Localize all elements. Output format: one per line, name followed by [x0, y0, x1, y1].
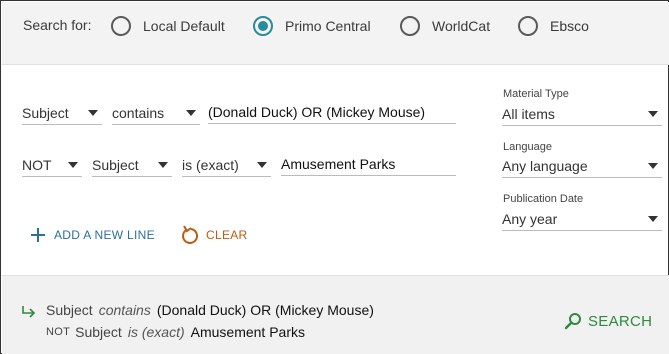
- summary-value: Amusement Parks: [190, 324, 305, 340]
- radio-worldcat[interactable]: WorldCat: [400, 14, 490, 38]
- row2-field-select[interactable]: Subject: [92, 153, 172, 177]
- material-type-select[interactable]: All items: [502, 102, 662, 126]
- caret-down-icon: [186, 109, 196, 116]
- summary-field: Subject: [75, 324, 122, 340]
- row1-search-input[interactable]: (Donald Duck) OR (Mickey Mouse): [208, 100, 456, 124]
- select-value: contains: [112, 104, 165, 121]
- material-type-label: Material Type: [503, 88, 569, 100]
- row2-precision-select[interactable]: is (exact): [182, 153, 271, 177]
- magnifier-icon: [564, 313, 581, 330]
- language-select[interactable]: Any language: [502, 154, 662, 178]
- row1-precision-select[interactable]: contains: [112, 101, 200, 125]
- add-new-line-label: ADD A NEW LINE: [54, 228, 155, 242]
- caret-down-icon: [68, 161, 78, 168]
- radio-icon: [111, 16, 131, 36]
- search-button[interactable]: SEARCH: [564, 312, 652, 330]
- select-value: Subject: [22, 104, 69, 121]
- radio-label: Local Default: [143, 18, 225, 34]
- search-scope-bar: Search for: Local Default Primo Central …: [2, 2, 669, 65]
- summary-precision: is (exact): [127, 324, 185, 340]
- caret-down-icon: [88, 109, 98, 116]
- radio-label: Ebsco: [550, 18, 589, 34]
- summary-line-1: Subject contains (Donald Duck) OR (Micke…: [46, 302, 374, 318]
- row2-search-input[interactable]: Amusement Parks: [281, 152, 456, 176]
- return-arrow-icon: [22, 306, 36, 318]
- caret-down-icon: [648, 110, 658, 117]
- select-value: Subject: [92, 156, 139, 173]
- search-for-label: Search for:: [23, 17, 92, 33]
- plus-icon: [31, 228, 45, 242]
- search-label: SEARCH: [588, 312, 653, 330]
- row2-operator-select[interactable]: NOT: [22, 153, 82, 177]
- radio-label: Primo Central: [285, 18, 371, 34]
- radio-icon: [400, 16, 420, 36]
- radio-local-default[interactable]: Local Default: [111, 14, 225, 38]
- row1-field-select[interactable]: Subject: [22, 101, 102, 125]
- radio-primo-central[interactable]: Primo Central: [253, 14, 371, 38]
- select-value: All items: [502, 105, 555, 122]
- select-value: is (exact): [182, 156, 239, 173]
- caret-down-icon: [158, 161, 168, 168]
- summary-precision: contains: [98, 302, 151, 318]
- caret-down-icon: [648, 215, 658, 222]
- select-value: Any year: [502, 210, 558, 227]
- publication-date-select[interactable]: Any year: [502, 207, 662, 231]
- clear-label: CLEAR: [206, 228, 248, 242]
- radio-icon: [518, 16, 538, 36]
- add-new-line-button[interactable]: ADD A NEW LINE: [31, 228, 155, 242]
- publication-date-label: Publication Date: [503, 193, 584, 205]
- select-value: Any language: [502, 157, 588, 174]
- language-label: Language: [503, 141, 552, 153]
- advanced-search-panel: Search for: Local Default Primo Central …: [0, 0, 669, 354]
- refresh-icon: [182, 225, 198, 244]
- summary-value: (Donald Duck) OR (Mickey Mouse): [156, 302, 374, 318]
- clear-button[interactable]: CLEAR: [181, 225, 248, 245]
- radio-icon: [253, 16, 273, 36]
- summary-line-2: NOT Subject is (exact) Amusement Parks: [46, 324, 305, 340]
- radio-ebsco[interactable]: Ebsco: [518, 14, 589, 38]
- query-summary-bar: Subject contains (Donald Duck) OR (Micke…: [2, 275, 669, 354]
- summary-operator: NOT: [46, 326, 71, 338]
- summary-field: Subject: [46, 302, 93, 318]
- caret-down-icon: [648, 162, 658, 169]
- radio-label: WorldCat: [432, 18, 491, 34]
- caret-down-icon: [257, 161, 267, 168]
- select-value: NOT: [22, 156, 52, 173]
